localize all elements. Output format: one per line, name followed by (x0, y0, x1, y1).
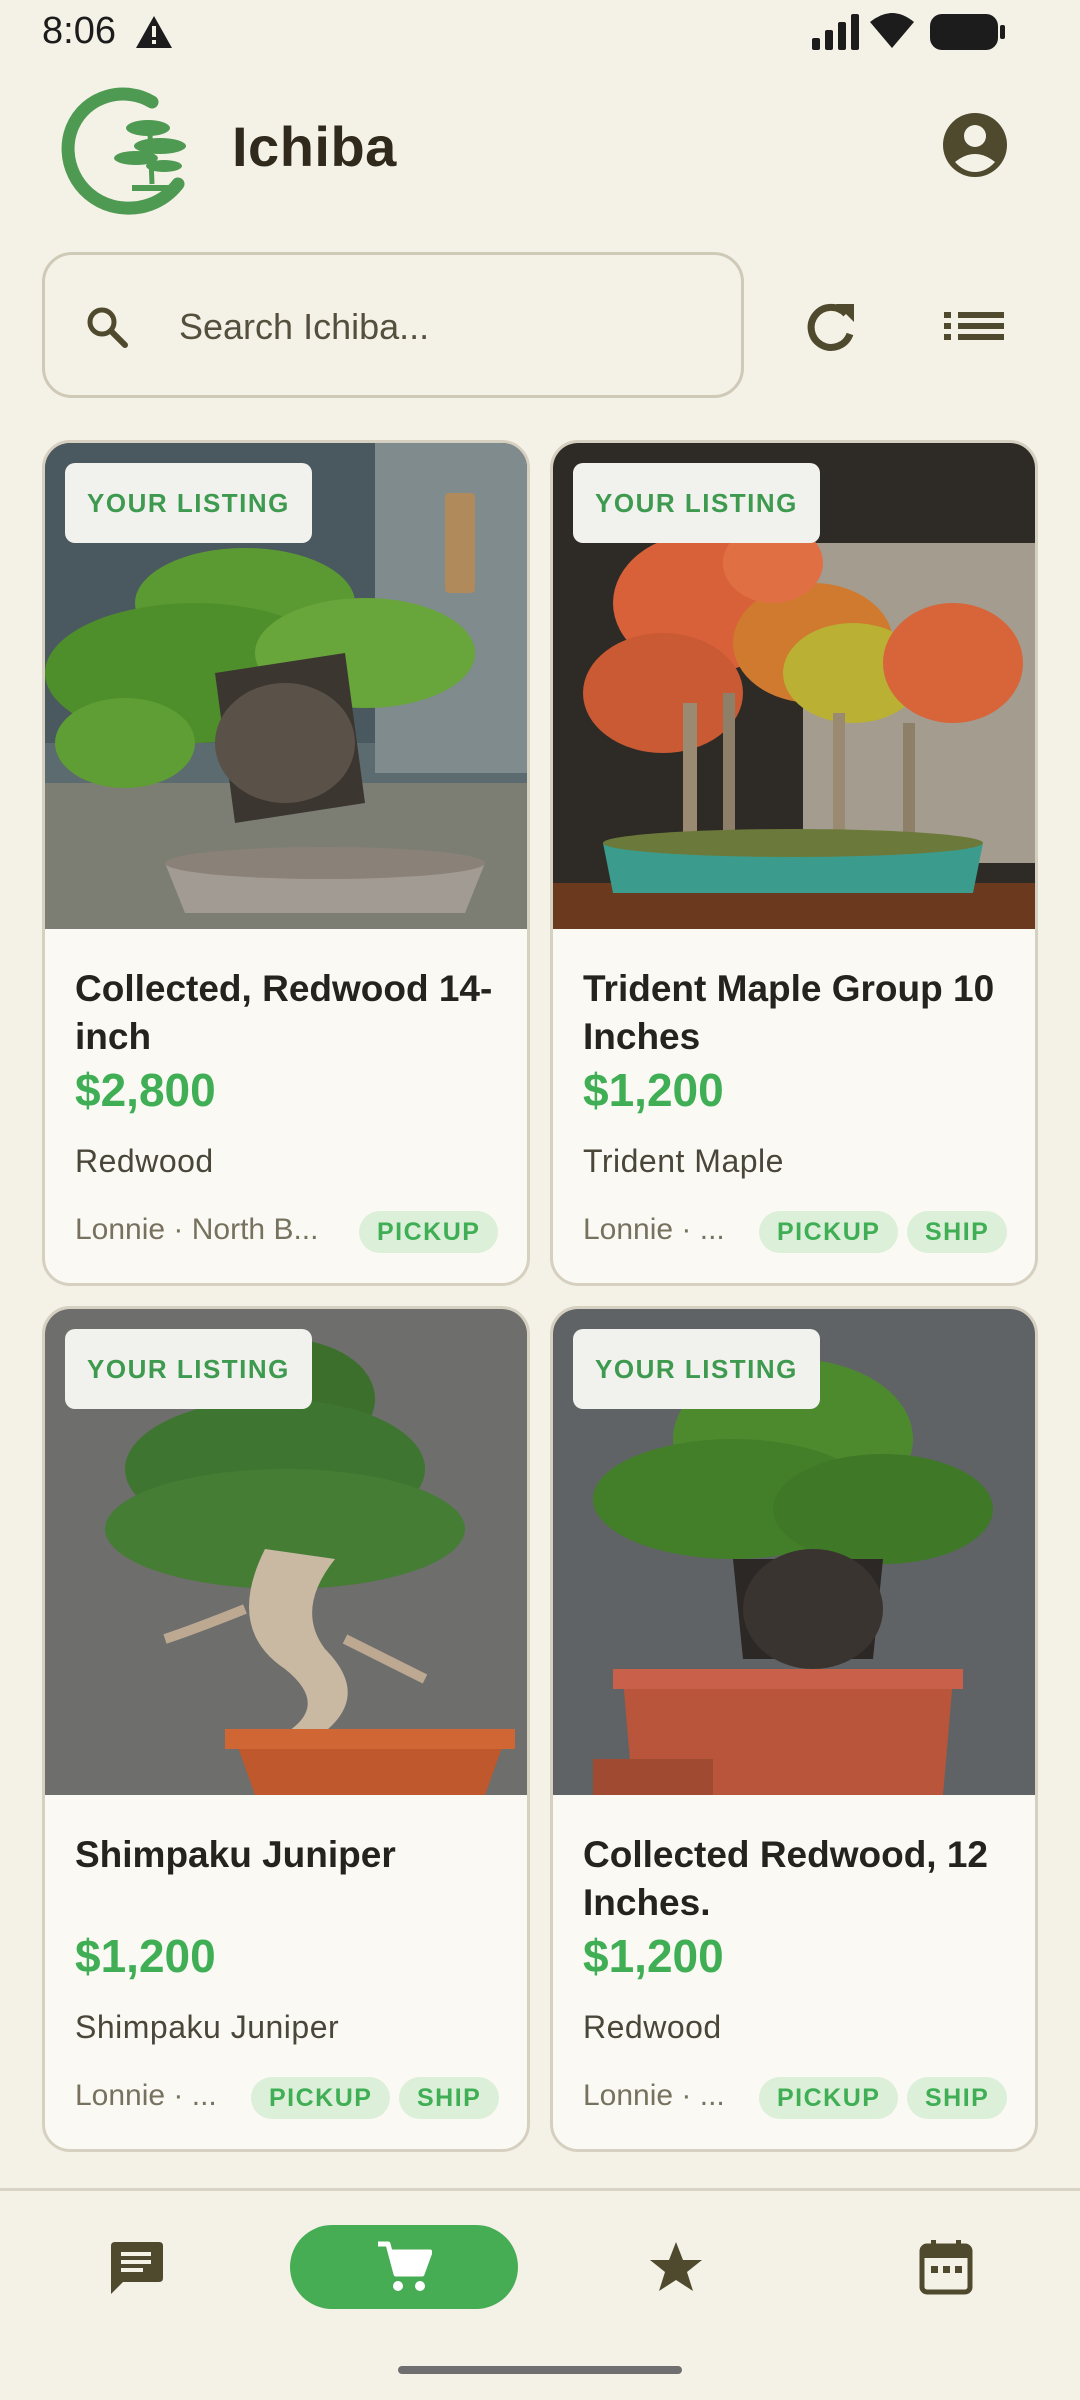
app-header: Ichiba (0, 70, 1080, 230)
account-icon[interactable] (940, 110, 1010, 180)
listing-title: Collected Redwood, 12 Inches. (583, 1834, 989, 1923)
listing-species: Redwood (75, 1143, 214, 1179)
listing-seller: Lonnie · ... (583, 1213, 725, 1246)
listing-species: Trident Maple (583, 1143, 784, 1179)
star-icon (650, 2242, 702, 2291)
battery-icon (930, 14, 1005, 50)
app-title: Ichiba (232, 115, 397, 178)
status-bar: 8:06 (0, 0, 1080, 70)
nav-marketplace[interactable] (290, 2225, 518, 2309)
your-listing-badge: YOUR LISTING (573, 1329, 820, 1409)
nav-calendar[interactable] (896, 2225, 996, 2309)
ship-tag: SHIP (907, 2077, 1008, 2119)
wifi-icon (870, 13, 914, 48)
search-input[interactable] (179, 295, 699, 359)
listing-price: $2,800 (75, 1064, 216, 1116)
ship-tag: SHIP (907, 1211, 1008, 1253)
nav-messages[interactable] (86, 2225, 186, 2309)
nav-favorites[interactable] (626, 2225, 726, 2309)
listing-title: Trident Maple Group 10 Inches (583, 968, 995, 1057)
marketplace-screen: 8:06 Ichiba Search Ichiba... YOUR LISTIN… (0, 0, 1080, 2400)
search-box[interactable] (42, 252, 744, 398)
listing-card[interactable]: YOUR LISTING Collected Redwood, 12 Inche… (550, 1306, 1038, 2152)
home-indicator[interactable] (398, 2366, 682, 2374)
listing-price: $1,200 (583, 1930, 724, 1982)
messages-icon (111, 2242, 163, 2294)
status-time: 8:06 (42, 10, 116, 52)
listing-title: Shimpaku Juniper (75, 1834, 396, 1875)
your-listing-badge: YOUR LISTING (65, 1329, 312, 1409)
pickup-tag: PICKUP (251, 2077, 391, 2119)
listing-species: Redwood (583, 2009, 722, 2045)
signal-icon (812, 14, 859, 50)
logo-icon (61, 87, 186, 215)
listing-seller: Lonnie · ... (583, 2079, 725, 2112)
listing-card[interactable]: YOUR LISTING Shimpaku Juniper $1,200 Shi… (42, 1306, 530, 2152)
refresh-icon[interactable] (796, 290, 862, 362)
pickup-tag: PICKUP (359, 1211, 499, 1253)
listing-seller: Lonnie · ... (75, 2079, 217, 2112)
listing-species: Shimpaku Juniper (75, 2009, 340, 2045)
list-view-icon[interactable] (940, 290, 1010, 362)
listing-card[interactable]: YOUR LISTING Trident Maple Group 10 Inch… (550, 440, 1038, 1286)
warning-icon (136, 16, 172, 48)
your-listing-badge: YOUR LISTING (573, 463, 820, 543)
pickup-tag: PICKUP (759, 1211, 899, 1253)
listing-seller: Lonnie · North B... (75, 1213, 319, 1246)
listing-title: Collected, Redwood 14-inch (75, 968, 493, 1057)
pickup-tag: PICKUP (759, 2077, 899, 2119)
your-listing-badge: YOUR LISTING (65, 463, 312, 543)
listing-price: $1,200 (583, 1064, 724, 1116)
listing-price: $1,200 (75, 1930, 216, 1982)
search-icon (87, 307, 128, 348)
listing-card[interactable]: YOUR LISTING Collected, Redwood 14-inch … (42, 440, 530, 1286)
ship-tag: SHIP (399, 2077, 500, 2119)
cart-icon (378, 2241, 432, 2291)
calendar-icon (919, 2240, 973, 2295)
